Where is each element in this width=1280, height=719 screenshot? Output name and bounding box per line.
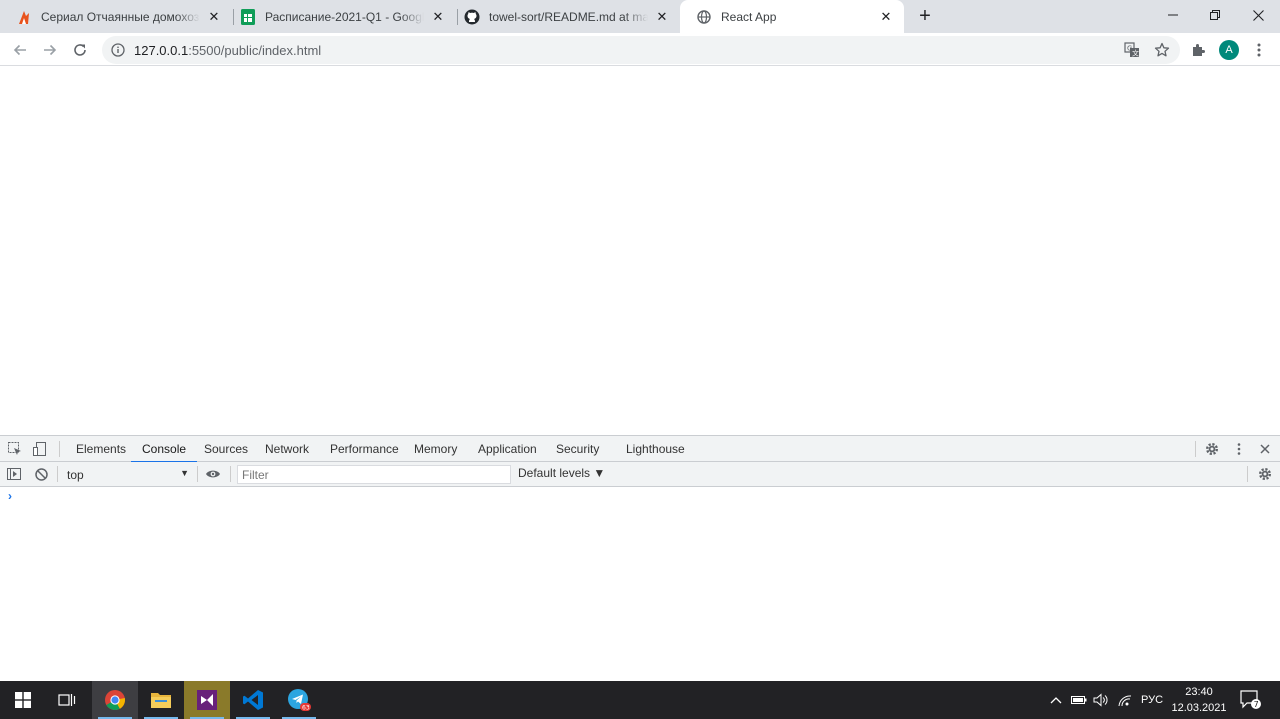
- restore-button[interactable]: [1192, 0, 1238, 30]
- windows-taskbar: 63 РУС 23:40 12.03.2021 7: [0, 681, 1280, 719]
- profile-avatar[interactable]: A: [1216, 37, 1242, 63]
- task-view-button[interactable]: [44, 681, 90, 719]
- screen: Сериал Отчаянные домохозяйки ✕ Расписани…: [0, 0, 1280, 719]
- toolbar-divider: [57, 466, 58, 482]
- new-tab-button[interactable]: +: [914, 5, 936, 27]
- url-text: 127.0.0.1:5500/public/index.html: [134, 43, 1120, 58]
- back-button[interactable]: [7, 37, 33, 63]
- tab-network[interactable]: Network: [265, 436, 309, 462]
- globe-icon: [696, 9, 712, 25]
- toolbar-divider: [230, 466, 231, 482]
- close-window-button[interactable]: [1235, 0, 1280, 30]
- extensions-puzzle-icon[interactable]: [1186, 37, 1212, 63]
- translate-icon[interactable]: G文: [1120, 38, 1144, 62]
- taskbar-vscode[interactable]: [230, 681, 276, 719]
- close-icon[interactable]: ✕: [430, 9, 446, 25]
- clock-date: 12.03.2021: [1171, 702, 1227, 714]
- action-center-notification-icon[interactable]: 7: [1234, 681, 1268, 719]
- menu-kebab-icon[interactable]: [1246, 37, 1272, 63]
- tab-strip: Сериал Отчаянные домохозяйки ✕ Расписани…: [0, 0, 1280, 33]
- taskbar-telegram[interactable]: 63: [276, 681, 322, 719]
- forward-button[interactable]: [37, 37, 63, 63]
- browser-toolbar: 127.0.0.1:5500/public/index.html G文 A: [0, 33, 1280, 66]
- tab-title: Сериал Отчаянные домохозяйки: [41, 9, 200, 24]
- folder-icon: [151, 693, 171, 708]
- caret-down-icon: ▼: [180, 468, 189, 478]
- tab-title: Расписание-2021-Q1 - Google Таблицы: [265, 9, 424, 24]
- url-host: 127.0.0.1: [134, 42, 189, 58]
- svg-text:文: 文: [1132, 49, 1139, 58]
- devtools-settings-gear-icon[interactable]: [1203, 440, 1221, 458]
- url-path: :5500/public/index.html: [188, 42, 322, 58]
- orange-flame-icon: [16, 9, 32, 25]
- close-icon[interactable]: ✕: [206, 9, 222, 25]
- vscode-icon: [243, 690, 263, 710]
- chrome-icon: [105, 690, 125, 711]
- input-language[interactable]: РУС: [1136, 681, 1168, 719]
- device-toggle-icon[interactable]: [31, 440, 49, 458]
- show-hidden-icons-chevron-icon[interactable]: [1046, 681, 1066, 719]
- telegram-icon: 63: [288, 689, 311, 712]
- info-icon[interactable]: [110, 42, 126, 58]
- tab-security[interactable]: Security: [556, 436, 599, 462]
- clear-console-icon[interactable]: [32, 465, 50, 483]
- tab-github-readme[interactable]: towel-sort/README.md at master ✕: [448, 0, 680, 33]
- close-icon[interactable]: ✕: [878, 9, 894, 25]
- wifi-icon[interactable]: [1114, 681, 1136, 719]
- address-bar[interactable]: 127.0.0.1:5500/public/index.html G文: [102, 36, 1180, 64]
- bookmark-star-icon[interactable]: [1150, 38, 1174, 62]
- toolbar-divider: [197, 466, 198, 482]
- google-sheets-icon: [240, 8, 256, 25]
- close-icon[interactable]: ✕: [654, 9, 670, 25]
- tab-application[interactable]: Application: [478, 436, 537, 462]
- devtools-panel: Elements Console Sources Network Perform…: [0, 435, 1280, 681]
- devtools-close-icon[interactable]: [1256, 440, 1274, 458]
- tab-desperate-housewives[interactable]: Сериал Отчаянные домохозяйки ✕: [0, 0, 232, 33]
- taskbar-chrome[interactable]: [92, 681, 138, 719]
- tab-performance[interactable]: Performance: [330, 436, 399, 462]
- telegram-badge: 63: [302, 705, 310, 712]
- taskbar-visual-studio[interactable]: [184, 681, 230, 719]
- tab-title: towel-sort/README.md at master: [489, 9, 648, 24]
- page-viewport: [0, 66, 1280, 435]
- notification-count: 7: [1254, 700, 1259, 709]
- clock-time: 23:40: [1185, 686, 1213, 698]
- visual-studio-icon: [197, 690, 217, 710]
- console-filter-input[interactable]: [237, 465, 511, 484]
- start-button[interactable]: [0, 681, 46, 719]
- log-levels-dropdown[interactable]: Default levels ▼: [518, 466, 605, 480]
- console-output[interactable]: ›: [0, 487, 1280, 682]
- context-selector[interactable]: top ▼: [61, 465, 193, 484]
- console-toolbar: top ▼ Default levels ▼: [0, 462, 1280, 487]
- tab-title: React App: [721, 9, 777, 24]
- tab-schedule-sheet[interactable]: Расписание-2021-Q1 - Google Таблицы ✕: [224, 0, 456, 33]
- context-value: top: [67, 467, 84, 482]
- inspect-element-icon[interactable]: [6, 440, 24, 458]
- tab-console[interactable]: Console: [131, 436, 198, 463]
- tab-elements[interactable]: Elements: [76, 436, 126, 462]
- console-prompt: ›: [8, 489, 12, 503]
- taskbar-clock[interactable]: 23:40 12.03.2021: [1168, 684, 1230, 716]
- live-expression-eye-icon[interactable]: [204, 465, 222, 483]
- tab-sources[interactable]: Sources: [204, 436, 248, 462]
- volume-icon[interactable]: [1090, 681, 1112, 719]
- tab-lighthouse[interactable]: Lighthouse: [626, 436, 685, 462]
- toolbar-divider: [1195, 441, 1196, 457]
- tab-memory[interactable]: Memory: [414, 436, 457, 462]
- toolbar-divider: [1247, 466, 1248, 482]
- reload-button[interactable]: [67, 37, 93, 63]
- taskbar-file-explorer[interactable]: [138, 681, 184, 719]
- avatar: A: [1219, 40, 1239, 60]
- github-icon: [464, 9, 480, 25]
- toolbar-divider: [59, 441, 60, 457]
- battery-icon[interactable]: [1068, 681, 1090, 719]
- minimize-button[interactable]: [1150, 0, 1196, 30]
- tab-react-app[interactable]: React App ✕: [680, 0, 904, 33]
- devtools-kebab-icon[interactable]: [1230, 440, 1248, 458]
- devtools-tabbar: Elements Console Sources Network Perform…: [0, 436, 1280, 463]
- show-sidebar-icon[interactable]: [5, 465, 23, 483]
- console-settings-gear-icon[interactable]: [1256, 465, 1274, 483]
